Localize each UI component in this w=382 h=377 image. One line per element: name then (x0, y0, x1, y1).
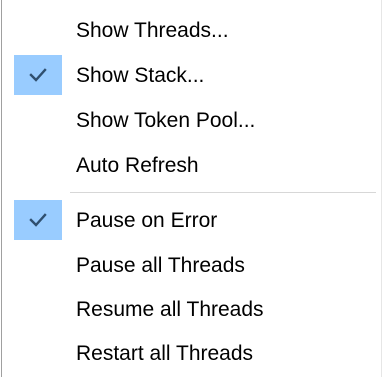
menu-item-label: Auto Refresh (76, 153, 199, 177)
menu-item-resume-all-threads[interactable]: Resume all Threads (10, 285, 376, 333)
menu-item-label: Show Stack... (76, 63, 205, 87)
check-area (14, 333, 62, 373)
check-area (14, 245, 62, 285)
check-area (14, 10, 62, 50)
menu-item-auto-refresh[interactable]: Auto Refresh (10, 141, 376, 189)
checkmark-icon (29, 68, 47, 82)
menu-item-show-threads[interactable]: Show Threads... (10, 6, 376, 54)
menu-item-pause-on-error[interactable]: Pause on Error (10, 196, 376, 244)
menu-item-pause-all-threads[interactable]: Pause all Threads (10, 241, 376, 289)
menu-item-label: Pause on Error (76, 208, 218, 232)
check-area (14, 55, 62, 95)
check-area (14, 100, 62, 140)
menu-separator (70, 192, 376, 193)
menu-item-label: Show Token Pool... (76, 108, 256, 132)
check-area (14, 200, 62, 240)
menu-left-border (1, 0, 2, 377)
menu-item-restart-all-threads[interactable]: Restart all Threads (10, 329, 376, 377)
menu-item-label: Pause all Threads (76, 253, 245, 277)
menu-item-label: Resume all Threads (76, 297, 264, 321)
menu-item-show-stack[interactable]: Show Stack... (10, 51, 376, 99)
context-menu: Show Threads... Show Stack... Show Token… (0, 0, 382, 377)
check-area (14, 145, 62, 185)
checkmark-icon (29, 213, 47, 227)
check-area (14, 289, 62, 329)
menu-item-label: Restart all Threads (76, 341, 254, 365)
menu-item-label: Show Threads... (76, 18, 229, 42)
menu-item-show-token-pool[interactable]: Show Token Pool... (10, 96, 376, 144)
